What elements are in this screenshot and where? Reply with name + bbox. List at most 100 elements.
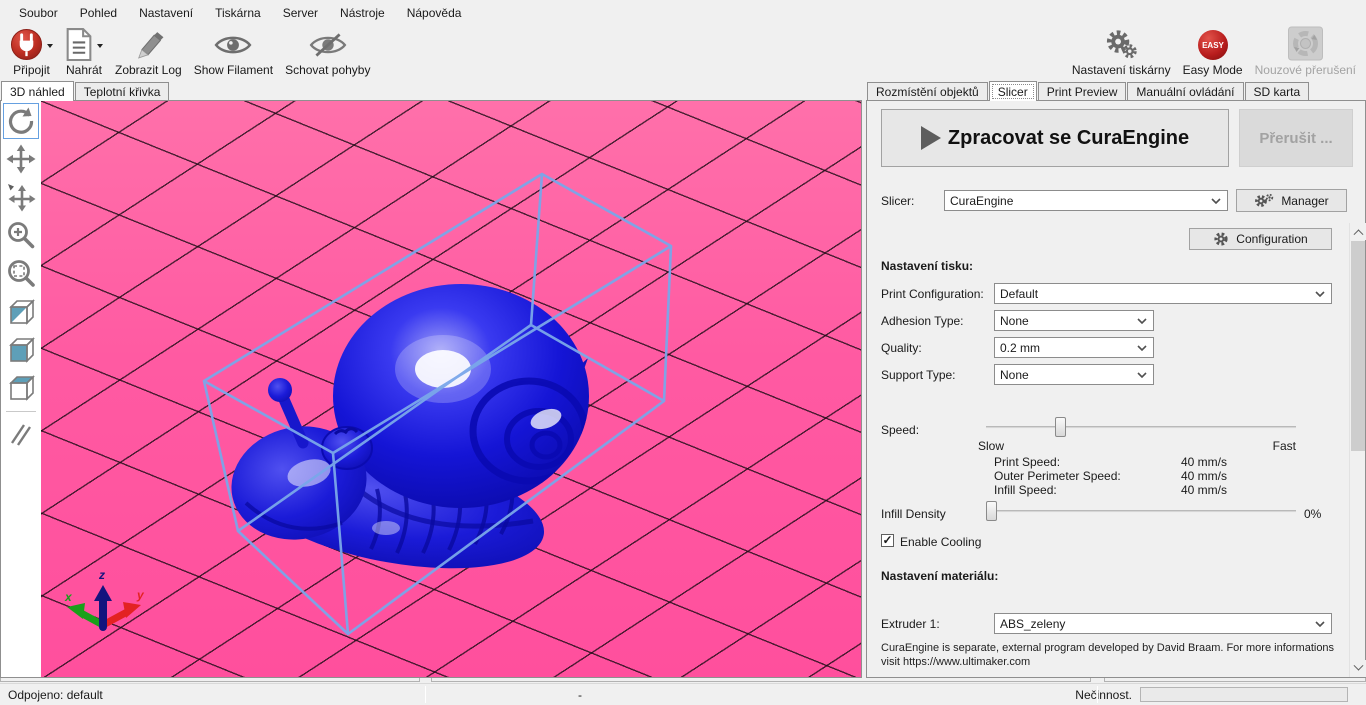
adhesion-type-select[interactable]: None — [994, 310, 1154, 331]
eye-icon — [214, 32, 252, 58]
menu-bar: Soubor Pohled Nastavení Tiskárna Server … — [0, 0, 1366, 25]
slicer-select[interactable]: CuraEngine — [944, 190, 1228, 211]
iso-view-button[interactable] — [3, 293, 39, 329]
tab-temperature-curve[interactable]: Teplotní křivka — [75, 82, 170, 100]
support-type-select[interactable]: None — [994, 364, 1154, 385]
printer-settings-label: Nastavení tiskárny — [1072, 63, 1171, 77]
tab-3d-view[interactable]: 3D náhled — [1, 81, 74, 101]
pan-view-button[interactable] — [3, 141, 39, 177]
emergency-stop-icon — [1287, 26, 1324, 62]
slice-button-label: Zpracovat se CuraEngine — [948, 127, 1189, 150]
slice-button[interactable]: Zpracovat se CuraEngine — [881, 109, 1229, 167]
connect-button[interactable]: Připojit — [4, 26, 59, 78]
speed-slow-label: Slow — [978, 439, 1004, 453]
manager-button[interactable]: Manager — [1236, 189, 1347, 212]
emergency-stop-button: Nouzové přerušení — [1249, 26, 1362, 78]
scroll-down-button[interactable] — [1350, 660, 1366, 677]
move-object-button[interactable] — [3, 179, 39, 215]
speed-slider-thumb[interactable] — [1055, 417, 1066, 437]
3d-canvas[interactable]: x z y — [41, 101, 861, 677]
toolbar-separator — [6, 411, 36, 412]
quality-select[interactable]: 0.2 mm — [994, 337, 1154, 358]
infill-density-track[interactable] — [986, 510, 1296, 513]
menu-server[interactable]: Server — [272, 2, 329, 24]
chevron-down-icon — [1137, 345, 1147, 351]
infill-density-value: 0% — [1304, 507, 1321, 521]
menu-nastaveni[interactable]: Nastavení — [128, 2, 204, 24]
parallel-projection-button[interactable] — [3, 416, 39, 452]
extruder-select[interactable]: ABS_zeleny — [994, 613, 1332, 634]
menu-pohled[interactable]: Pohled — [69, 2, 128, 24]
zoom-in-button[interactable] — [3, 217, 39, 253]
adhesion-type-label: Adhesion Type: — [881, 314, 964, 328]
hide-travel-label: Schovat pohyby — [285, 63, 370, 77]
easy-mode-button[interactable]: EASY Easy Mode — [1177, 26, 1249, 78]
view-tabstrip: 3D náhled Teplotní křivka — [0, 80, 862, 100]
zoom-fit-button[interactable] — [3, 255, 39, 291]
print-settings-title: Nastavení tisku: — [881, 259, 973, 273]
tab-manual-control[interactable]: Manuální ovládání — [1127, 82, 1243, 100]
eye-slash-icon — [309, 32, 347, 58]
show-filament-button[interactable]: Show Filament — [188, 26, 279, 78]
chevron-down-icon — [1315, 621, 1325, 627]
rotate-view-button[interactable] — [3, 103, 39, 139]
load-button[interactable]: Nahrát — [59, 26, 109, 78]
play-icon — [921, 126, 941, 150]
chevron-down-icon — [1211, 198, 1221, 204]
menu-nastroje[interactable]: Nástroje — [329, 2, 396, 24]
chevron-down-icon — [1315, 291, 1325, 297]
axis-indicator: x z y — [64, 568, 145, 627]
print-configuration-select[interactable]: Default — [994, 283, 1332, 304]
view-pane: 3D náhled Teplotní křivka — [0, 80, 862, 678]
chevron-down-icon — [1353, 661, 1363, 671]
load-dropdown-caret[interactable] — [97, 44, 103, 51]
front-view-button[interactable] — [3, 331, 39, 367]
extruder-label: Extruder 1: — [881, 617, 940, 631]
status-divider — [425, 686, 426, 703]
zoom-in-icon — [6, 220, 36, 250]
tab-object-placement[interactable]: Rozmístění objektů — [867, 82, 988, 100]
tab-sd-card[interactable]: SD karta — [1245, 82, 1310, 100]
slicer-select-label: Slicer: — [881, 194, 914, 208]
scroll-up-button[interactable] — [1350, 223, 1366, 240]
status-center-value: - — [578, 688, 582, 702]
menu-soubor[interactable]: Soubor — [8, 2, 69, 24]
infill-density-slider[interactable] — [986, 501, 1296, 521]
print-configuration-value: Default — [1000, 287, 1315, 301]
speed-slider-track[interactable] — [986, 426, 1296, 429]
extruder-value: ABS_zeleny — [1000, 617, 1315, 631]
chevron-up-icon — [1353, 229, 1363, 239]
scrollbar-thumb[interactable] — [1351, 241, 1365, 451]
printer-settings-button[interactable]: Nastavení tiskárny — [1066, 26, 1177, 78]
infill-speed-value: 40 mm/s — [1181, 483, 1227, 497]
configuration-button[interactable]: Configuration — [1189, 228, 1332, 250]
support-type-value: None — [1000, 368, 1137, 382]
connect-label: Připojit — [13, 63, 50, 77]
tab-slicer[interactable]: Slicer — [989, 81, 1037, 101]
adhesion-type-value: None — [1000, 314, 1137, 328]
pencil-icon — [131, 28, 165, 61]
hide-travel-button[interactable]: Schovat pohyby — [279, 26, 376, 78]
svg-text:y: y — [136, 588, 145, 602]
tab-print-preview[interactable]: Print Preview — [1038, 82, 1127, 100]
speed-slider[interactable] — [986, 417, 1296, 437]
enable-cooling-label: Enable Cooling — [900, 535, 981, 549]
printer-state-label: Nečinnost. — [1075, 688, 1132, 702]
easy-mode-icon: EASY — [1197, 29, 1229, 61]
control-pane: Rozmístění objektů Slicer Print Preview … — [866, 80, 1366, 678]
front-cube-icon — [6, 334, 36, 364]
menu-tiskarna[interactable]: Tiskárna — [204, 2, 272, 24]
main-area: 3D náhled Teplotní křivka — [0, 80, 1366, 678]
support-type-label: Support Type: — [881, 368, 956, 382]
panel-scrollbar[interactable] — [1349, 223, 1365, 677]
menu-napoveda[interactable]: Nápověda — [396, 2, 473, 24]
enable-cooling-checkbox[interactable]: ✓ — [881, 534, 894, 547]
zoom-fit-icon — [6, 258, 36, 288]
connect-dropdown-caret[interactable] — [47, 44, 53, 51]
infill-density-label: Infill Density — [881, 507, 946, 521]
infill-density-thumb[interactable] — [986, 501, 997, 521]
top-view-button[interactable] — [3, 369, 39, 405]
document-icon — [65, 28, 93, 61]
easy-mode-label: Easy Mode — [1183, 63, 1243, 77]
show-log-button[interactable]: Zobrazit Log — [109, 26, 188, 78]
